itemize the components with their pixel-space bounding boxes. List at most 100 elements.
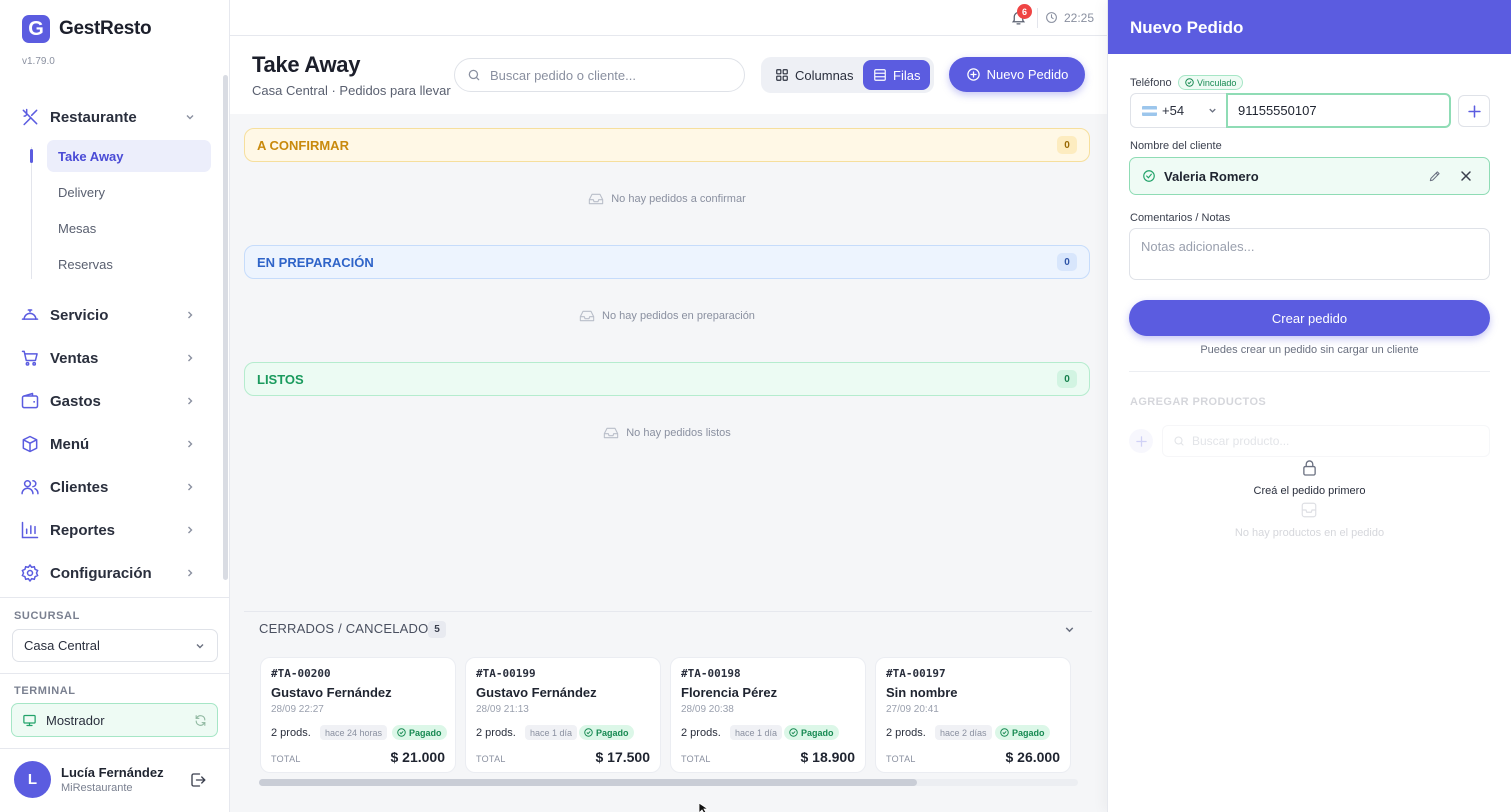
order-id: #TA-00200 [271, 667, 331, 680]
order-products: 2 prods. [681, 727, 721, 739]
empty-state: No hay pedidos en preparación [244, 309, 1090, 323]
order-total: $ 17.500 [595, 749, 651, 765]
view-columns-label: Columnas [795, 67, 854, 83]
new-order-button[interactable]: Nuevo Pedido [949, 57, 1085, 92]
view-columns-button[interactable]: Columnas [765, 60, 864, 90]
new-order-label: Nuevo Pedido [986, 67, 1069, 82]
user-profile[interactable]: L Lucía Fernández MiRestaurante [14, 761, 219, 799]
sidebar-group-label: Menú [50, 435, 90, 453]
phone-field[interactable]: 91155550107 [1226, 93, 1451, 128]
empty-text: No hay pedidos en preparación [602, 310, 755, 322]
order-products: 2 prods. [886, 727, 926, 739]
empty-state: No hay pedidos listos [244, 426, 1090, 440]
panel-title: Nuevo Pedido [1108, 0, 1511, 54]
country-code: +54 [1162, 103, 1185, 118]
sidebar-group-configuracion[interactable]: Configuración [20, 556, 202, 590]
sidebar-group-reportes[interactable]: Reportes [20, 513, 202, 547]
divider [1037, 8, 1038, 28]
view-toggle: Columnas Filas [761, 57, 934, 93]
order-date: 28/09 20:38 [681, 704, 734, 715]
section-title: EN PREPARACIÓN [257, 254, 374, 270]
empty-box-icon [1301, 502, 1317, 518]
section-count: 0 [1057, 136, 1077, 154]
check-circle-icon [1143, 170, 1155, 182]
divider [1129, 371, 1490, 372]
add-client-button[interactable] [1458, 95, 1490, 127]
sidebar-scrollbar[interactable] [223, 75, 228, 580]
order-card[interactable]: #TA-00197 Sin nombre 27/09 20:41 2 prods… [875, 657, 1071, 773]
sidebar-item-reservas[interactable]: Reservas [47, 248, 211, 280]
close-icon[interactable] [1460, 170, 1472, 182]
chevron-right-icon [188, 483, 193, 491]
sidebar-group-menu[interactable]: Menú [20, 427, 202, 461]
order-products: 2 prods. [271, 727, 311, 739]
horizontal-scrollbar[interactable] [259, 779, 1078, 786]
country-code-select[interactable]: +54 [1130, 93, 1227, 128]
users-icon [21, 480, 39, 495]
closed-orders-title[interactable]: CERRADOS / CANCELADOS [259, 621, 437, 636]
branch-select[interactable]: Casa Central [12, 629, 218, 662]
terminal-select[interactable]: Mostrador [11, 703, 218, 737]
product-search-input[interactable]: Buscar producto... [1162, 425, 1490, 457]
submenu-active-indicator [30, 149, 33, 163]
cart-icon [21, 350, 38, 366]
sidebar-group-ventas[interactable]: Ventas [20, 341, 202, 375]
brand[interactable]: G GestResto [22, 15, 152, 43]
order-card[interactable]: #TA-00200 Gustavo Fernández 28/09 22:27 … [260, 657, 456, 773]
sidebar-item-delivery[interactable]: Delivery [47, 176, 211, 208]
sidebar-group-gastos[interactable]: Gastos [20, 384, 202, 418]
inbox-icon [604, 427, 619, 439]
section-count: 0 [1057, 370, 1077, 388]
view-rows-button[interactable]: Filas [863, 60, 931, 90]
sidebar-group-servicio[interactable]: Servicio [20, 298, 202, 332]
section-listos[interactable]: LISTOS 0 [244, 362, 1090, 396]
order-date: 28/09 22:27 [271, 704, 324, 715]
new-order-panel: Nuevo Pedido Teléfono Vinculado +54 9115… [1107, 0, 1511, 812]
chevron-right-icon [188, 354, 193, 362]
section-en-preparacion[interactable]: EN PREPARACIÓN 0 [244, 245, 1090, 279]
app-name: GestResto [59, 18, 152, 39]
chevron-right-icon [188, 569, 193, 577]
closed-orders-count: 5 [428, 621, 446, 638]
page-header: Take Away Casa Central · Pedidos para ll… [230, 36, 1107, 114]
check-circle-icon [1000, 728, 1009, 737]
clock-icon [1046, 12, 1057, 23]
edit-icon[interactable] [1428, 169, 1442, 183]
sidebar: G GestResto v1.79.0 Restaurante Take Awa… [0, 0, 230, 812]
sidebar-group-label: Gastos [50, 392, 101, 410]
sidebar-group-clientes[interactable]: Clientes [20, 470, 202, 504]
search-placeholder: Buscar pedido o cliente... [490, 67, 636, 83]
notes-textarea[interactable] [1129, 228, 1490, 280]
order-date: 28/09 21:13 [476, 704, 529, 715]
client-field[interactable]: Valeria Romero [1129, 157, 1490, 195]
utensils-icon [22, 108, 38, 126]
order-card[interactable]: #TA-00199 Gustavo Fernández 28/09 21:13 … [465, 657, 661, 773]
total-label: TOTAL [886, 754, 916, 764]
linked-text: Vinculado [1197, 77, 1237, 88]
order-date: 27/09 20:41 [886, 704, 939, 715]
add-product-button[interactable] [1129, 429, 1153, 453]
sidebar-item-mesas[interactable]: Mesas [47, 212, 211, 244]
section-a-confirmar[interactable]: A CONFIRMAR 0 [244, 128, 1090, 162]
sidebar-group-restaurante[interactable]: Restaurante [20, 100, 202, 134]
empty-text: No hay pedidos a confirmar [611, 193, 746, 205]
order-id: #TA-00197 [886, 667, 946, 680]
search-icon [1174, 436, 1184, 446]
order-search-input[interactable]: Buscar pedido o cliente... [454, 58, 745, 92]
divider [0, 673, 229, 674]
lock-icon [1303, 460, 1316, 476]
box-icon [22, 435, 38, 453]
chevron-down-icon[interactable] [1063, 623, 1076, 636]
chevron-down-icon [1209, 108, 1216, 113]
logout-icon[interactable] [189, 771, 207, 789]
refresh-icon[interactable] [194, 714, 207, 727]
order-card[interactable]: #TA-00198 Florencia Pérez 28/09 20:38 2 … [670, 657, 866, 773]
empty-text: No hay pedidos listos [626, 427, 731, 439]
scrollbar-thumb[interactable] [259, 779, 917, 786]
chevron-right-icon [188, 526, 193, 534]
order-id: #TA-00199 [476, 667, 536, 680]
user-name: Lucía Fernández [61, 765, 164, 780]
create-order-button[interactable]: Crear pedido [1129, 300, 1490, 336]
app-logo: G [22, 15, 50, 43]
sidebar-item-take-away[interactable]: Take Away [47, 140, 211, 172]
